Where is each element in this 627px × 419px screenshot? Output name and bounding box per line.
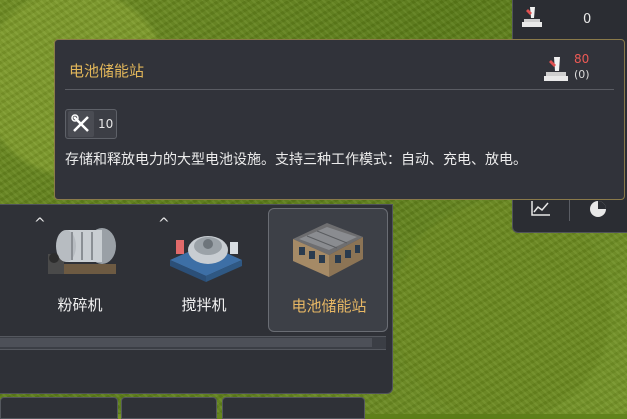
build-item-label: 搅拌机 bbox=[181, 296, 227, 314]
tooltip-description: 存储和释放电力的大型电池设施。支持三种工作模式：自动、充电、放电。 bbox=[65, 152, 527, 168]
build-item-crusher[interactable]: ^ 粉碎机 bbox=[20, 208, 140, 332]
build-item-battery-station[interactable]: 电池储能站 bbox=[268, 208, 388, 332]
graph-button[interactable] bbox=[513, 199, 569, 221]
power-resource-row[interactable]: 0 bbox=[519, 6, 627, 32]
build-item-label: 电池储能站 bbox=[291, 297, 367, 315]
build-bar: ^ 粉碎机 ^ 搅拌机 电池储能站 bbox=[0, 204, 393, 394]
power-cost-current: (0) bbox=[574, 68, 590, 81]
pie-chart-button[interactable] bbox=[570, 197, 626, 223]
pie-chart-icon bbox=[587, 197, 609, 223]
power-cost-value: 80 bbox=[574, 52, 590, 66]
power-value: 0 bbox=[583, 11, 592, 27]
divider bbox=[65, 89, 614, 90]
graph-icon bbox=[530, 199, 552, 221]
power-plant-icon bbox=[519, 4, 545, 34]
maintenance-value: 10 bbox=[98, 117, 114, 131]
tooltip-title: 电池储能站 bbox=[69, 62, 145, 80]
power-cost: 80 (0) bbox=[542, 52, 602, 88]
bottom-tab[interactable] bbox=[121, 397, 217, 419]
wrench-screwdriver-icon bbox=[68, 111, 94, 137]
building-tooltip: 电池储能站 80 (0) 10 存储和释放电力的大型电池设施。支持三种工作模式：… bbox=[54, 39, 625, 200]
maintenance-badge: 10 bbox=[65, 109, 117, 139]
scrollbar-thumb[interactable] bbox=[0, 338, 372, 347]
power-plant-icon bbox=[542, 54, 570, 88]
bottom-tab[interactable] bbox=[0, 397, 118, 419]
build-item-label: 粉碎机 bbox=[57, 296, 103, 314]
battery-station-icon bbox=[287, 217, 369, 285]
build-bar-scrollbar[interactable] bbox=[0, 336, 386, 350]
bottom-tab[interactable] bbox=[222, 397, 365, 419]
ball-mill-icon bbox=[44, 218, 124, 288]
build-item-mixer[interactable]: ^ 搅拌机 bbox=[144, 208, 264, 332]
mixer-icon bbox=[166, 220, 246, 288]
